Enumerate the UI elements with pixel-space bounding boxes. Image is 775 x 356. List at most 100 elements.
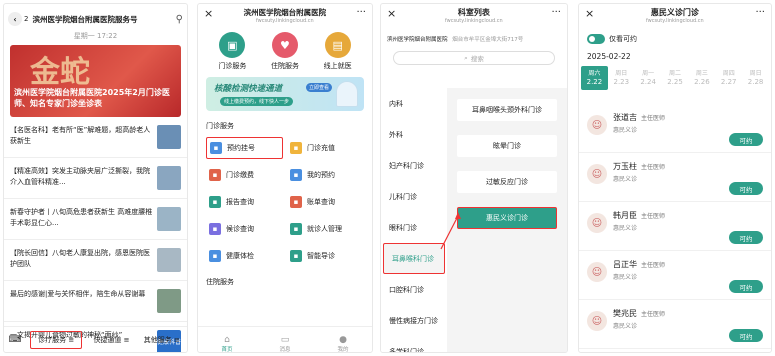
dept-item[interactable]: 内科: [381, 88, 447, 119]
nurse-illustration: [336, 81, 358, 107]
menu-other-services[interactable]: 其他服务 ≡: [137, 335, 187, 345]
service-inpatient[interactable]: ♥ 住院服务: [271, 32, 299, 71]
panel-hospital-home: × 滨州医学院烟台附属医院 fwcsuty.linkingcloud.cn ··…: [197, 3, 373, 353]
sub-dept-button[interactable]: 惠民义诊门诊: [457, 207, 557, 229]
doctor-name-line: 樊兆民 主任医师: [613, 308, 665, 319]
news-list: 【名医名科】老有所“医”解难题，超高龄老人获新生 【精准高效】突发主动脉夹层广泛撕…: [4, 117, 187, 352]
sub-dept-button[interactable]: 耳鼻咽喉头颈外科门诊: [457, 99, 557, 121]
tile-7[interactable]: ▪ 就诊人管理: [287, 218, 364, 240]
more-icon[interactable]: ···: [356, 7, 366, 18]
dept-item[interactable]: 耳鼻喉科门诊: [383, 243, 445, 274]
dept-item[interactable]: 外科: [381, 119, 447, 150]
unread-badge: 2: [24, 15, 29, 23]
day-weekday: 周日: [615, 70, 628, 77]
section-title-outpatient: 门诊服务: [206, 122, 234, 130]
menu-quick-channel[interactable]: 快捷通道 ≡: [86, 335, 136, 345]
service-online[interactable]: ▤ 线上就医: [324, 32, 352, 71]
tab-home[interactable]: ⌂ 首页: [198, 327, 256, 352]
banner-article[interactable]: 金蛇 滨州医学院烟台附属医院2025年2月门诊医师、知名专家门诊坐诊表: [10, 45, 181, 117]
news-item[interactable]: 【名医名科】老有所“医”解难题，超高龄老人获新生: [4, 117, 187, 158]
service-icon: ▪: [209, 169, 221, 181]
promo-banner[interactable]: 核酸检测快速通道 线上缴费预约，线下快人一步 立即查看: [206, 77, 364, 111]
dept-item[interactable]: 妇产科门诊: [381, 150, 447, 181]
available-button[interactable]: 可约: [729, 231, 763, 244]
news-title: 最后的感谢|爱与关怀相伴，陪生命从容谢幕: [10, 290, 146, 298]
service-icon: ▪: [209, 223, 221, 235]
more-icon[interactable]: ···: [551, 7, 561, 18]
tile-8[interactable]: ▪ 健康体检: [206, 245, 283, 267]
keyboard-icon[interactable]: ⌨: [4, 335, 26, 345]
sub-dept-button[interactable]: 眩晕门诊: [457, 135, 557, 157]
search-input[interactable]: ⌕ 搜索: [393, 51, 555, 65]
day-tab[interactable]: 周日 2.28: [742, 66, 769, 90]
day-date: 2.26: [694, 78, 710, 86]
news-thumbnail: [157, 166, 181, 190]
doctor-row[interactable]: ☺ 韩月臣 主任医师 惠民义诊 可约: [579, 202, 771, 251]
dept-item[interactable]: 眼科门诊: [381, 212, 447, 243]
close-icon[interactable]: ×: [387, 7, 396, 20]
tile-label: 就诊人管理: [307, 225, 342, 233]
doctor-name: 吕正华: [613, 260, 637, 269]
doctor-title: 主任医师: [641, 311, 666, 318]
doctor-dept: 惠民义诊: [613, 323, 638, 330]
available-button[interactable]: 可约: [729, 280, 763, 293]
tab-mine[interactable]: ● 我的: [314, 327, 372, 352]
sub-dept-button[interactable]: 过敏反应门诊: [457, 171, 557, 193]
person-icon: ●: [339, 335, 347, 345]
close-icon[interactable]: ×: [585, 7, 594, 20]
available-toggle[interactable]: [587, 34, 605, 44]
doctor-row[interactable]: ☺ 万玉柱 主任医师 惠民义诊 可约: [579, 153, 771, 202]
close-icon[interactable]: ×: [204, 7, 213, 20]
panel-wechat-account: ‹ 2 滨州医学院烟台附属医院服务号 ⚲ 星期一 17:22 金蛇 滨州医学院烟…: [3, 3, 188, 353]
service-outpatient[interactable]: ▣ 门诊服务: [218, 32, 246, 71]
user-icon[interactable]: ⚲: [176, 14, 183, 25]
dept-item[interactable]: 口腔科门诊: [381, 274, 447, 305]
day-tab[interactable]: 周日 2.23: [608, 66, 635, 90]
back-button[interactable]: ‹: [8, 12, 22, 26]
day-date: 2.24: [640, 78, 656, 86]
day-tab[interactable]: 周一 2.24: [635, 66, 662, 90]
day-tab[interactable]: 周二 2.25: [662, 66, 689, 90]
message-time: 星期一 17:22: [73, 32, 118, 40]
day-weekday: 周一: [642, 70, 655, 77]
tile-2[interactable]: ▪ 门诊缴费: [206, 164, 283, 186]
dept-item[interactable]: 慢性病接方门诊: [381, 305, 447, 336]
day-tab[interactable]: 周三 2.26: [688, 66, 715, 90]
news-item[interactable]: 【精准高效】突发主动脉夹层广泛撕裂，我院介入血管科精准...: [4, 158, 187, 199]
news-item[interactable]: 新春守护者丨八旬高危患者获新生 高难度腰椎手术彰显仁心...: [4, 199, 187, 240]
menu-label: 诊疗服务: [38, 335, 67, 344]
doctor-row[interactable]: ☺ 吕正华 主任医师 惠民义诊 可约: [579, 251, 771, 300]
news-item[interactable]: 【院长回信】八旬老人康复出院，感恩医院医护团队: [4, 240, 187, 281]
bottom-menu: ⌨ 诊疗服务 ≡ 快捷通道 ≡ 其他服务 ≡: [4, 326, 187, 352]
day-tab[interactable]: 周六 2.22: [581, 66, 608, 90]
day-tab[interactable]: 周四 2.27: [715, 66, 742, 90]
menu-label: 快捷通道: [93, 335, 122, 344]
available-button[interactable]: 可约: [729, 182, 763, 195]
tile-1[interactable]: ▪ 门诊充值: [287, 137, 364, 159]
tab-messages[interactable]: ▭ 消息: [256, 327, 314, 352]
more-icon[interactable]: ···: [755, 7, 765, 18]
tile-0[interactable]: ▪ 预约挂号: [206, 137, 283, 159]
dept-item[interactable]: 多学科门诊: [381, 336, 447, 353]
available-toggle-row: 仅看可约: [579, 32, 771, 46]
doctor-name: 万玉柱: [613, 162, 637, 171]
doctor-row[interactable]: ☺ 张道吉 主任医师 惠民义诊 可约: [579, 104, 771, 153]
tile-4[interactable]: ▪ 报告查询: [206, 191, 283, 213]
promo-button[interactable]: 立即查看: [306, 83, 333, 92]
tile-6[interactable]: ▪ 候诊查询: [206, 218, 283, 240]
day-weekday: 周三: [695, 70, 708, 77]
tile-3[interactable]: ▪ 我的预约: [287, 164, 364, 186]
menu-diagnosis-services[interactable]: 诊疗服务 ≡: [30, 330, 83, 349]
available-button[interactable]: 可约: [729, 329, 763, 342]
available-button[interactable]: 可约: [729, 133, 763, 146]
tile-label: 健康体检: [226, 252, 254, 260]
tile-5[interactable]: ▪ 账单查询: [287, 191, 364, 213]
news-item[interactable]: 最后的感谢|爱与关怀相伴，陪生命从容谢幕: [4, 281, 187, 322]
tile-9[interactable]: ▪ 智能导诊: [287, 245, 364, 267]
dept-item[interactable]: 儿科门诊: [381, 181, 447, 212]
hospital-address: 烟台市牟平区金埠大街717号: [452, 37, 524, 43]
doctor-row[interactable]: ☺ 樊兆民 主任医师 惠民义诊 可约: [579, 300, 771, 349]
service-label: 线上就医: [323, 62, 352, 70]
tile-label: 账单查询: [307, 198, 335, 206]
service-label: 住院服务: [270, 62, 299, 70]
